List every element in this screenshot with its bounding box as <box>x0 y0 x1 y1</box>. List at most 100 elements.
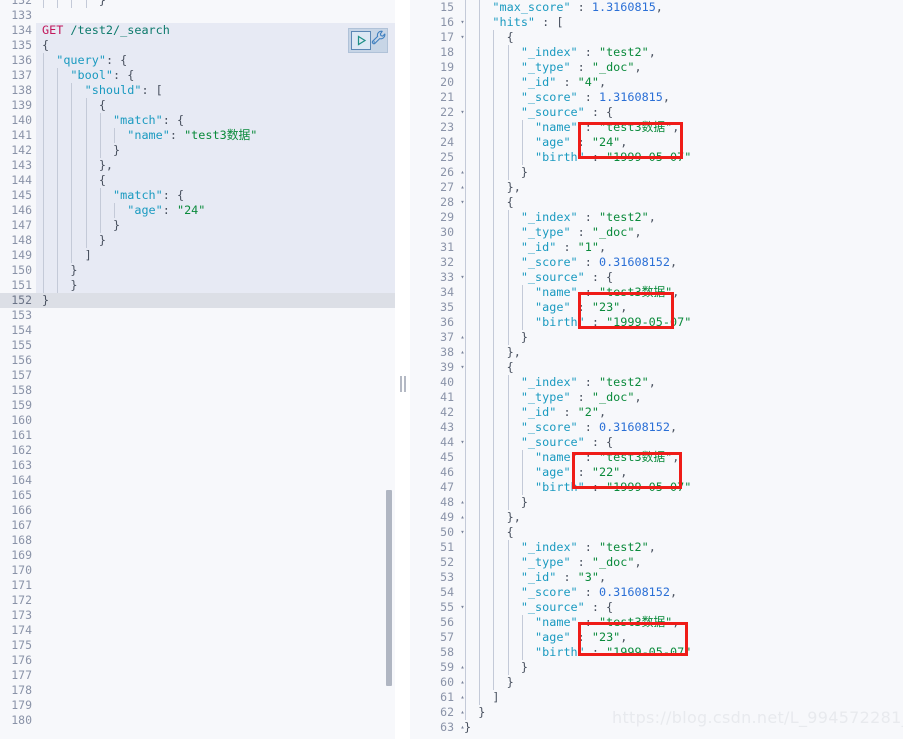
code-line[interactable]: "_id" : "3", <box>458 570 903 585</box>
code-line[interactable] <box>36 383 395 398</box>
code-line[interactable] <box>36 323 395 338</box>
code-line[interactable] <box>36 518 395 533</box>
code-line[interactable]: "hits" : [ <box>458 15 903 30</box>
code-line[interactable] <box>36 488 395 503</box>
code-line[interactable]: { <box>458 525 903 540</box>
code-line[interactable] <box>36 683 395 698</box>
code-line[interactable]: } <box>458 675 903 690</box>
code-line[interactable]: { <box>36 98 395 113</box>
code-line[interactable]: "should": [ <box>36 83 395 98</box>
code-line[interactable] <box>36 8 395 23</box>
code-line[interactable]: "_id" : "2", <box>458 405 903 420</box>
code-line[interactable]: "_score" : 0.31608152, <box>458 255 903 270</box>
code-line[interactable]: ] <box>36 248 395 263</box>
code-line[interactable]: "_score" : 1.3160815, <box>458 90 903 105</box>
code-line[interactable]: }, <box>458 510 903 525</box>
code-line[interactable]: { <box>36 38 395 53</box>
code-line[interactable] <box>36 308 395 323</box>
code-line[interactable]: "_source" : { <box>458 435 903 450</box>
code-line[interactable]: "age" : "24", <box>458 135 903 150</box>
code-line[interactable]: "name" : "test3数据", <box>458 120 903 135</box>
code-line[interactable]: "name" : "test3数据", <box>458 615 903 630</box>
code-line[interactable]: "_source" : { <box>458 600 903 615</box>
code-line[interactable]: "age" : "23", <box>458 630 903 645</box>
code-line[interactable]: }, <box>458 180 903 195</box>
code-line[interactable]: } <box>36 218 395 233</box>
code-line[interactable] <box>36 398 395 413</box>
code-line[interactable]: "birth" : "1999-05-07" <box>458 645 903 660</box>
code-line[interactable]: } <box>36 0 395 8</box>
code-line[interactable]: "name" : "test3数据", <box>458 450 903 465</box>
code-line[interactable] <box>36 443 395 458</box>
code-line[interactable] <box>36 713 395 728</box>
code-line[interactable]: "_type" : "_doc", <box>458 390 903 405</box>
code-line[interactable]: } <box>36 293 395 308</box>
code-line[interactable] <box>36 698 395 713</box>
request-scrollbar-thumb[interactable] <box>386 490 392 686</box>
code-line[interactable]: { <box>458 360 903 375</box>
code-line[interactable]: ] <box>458 690 903 705</box>
code-line[interactable]: "birth" : "1999-05-07" <box>458 480 903 495</box>
code-line[interactable] <box>36 668 395 683</box>
code-line[interactable]: GET /test2/_search <box>36 23 395 38</box>
code-line[interactable]: "_source" : { <box>458 270 903 285</box>
request-code-area[interactable]: } GET /test2/_search{ "query": { "bool":… <box>36 0 395 732</box>
code-line[interactable]: } <box>458 165 903 180</box>
code-line[interactable] <box>36 563 395 578</box>
code-line[interactable]: { <box>458 30 903 45</box>
code-line[interactable] <box>36 458 395 473</box>
code-line[interactable]: "age" : "23", <box>458 300 903 315</box>
code-line[interactable]: "_index" : "test2", <box>458 210 903 225</box>
code-line[interactable] <box>36 638 395 653</box>
code-line[interactable]: "birth" : "1999-05-07" <box>458 315 903 330</box>
code-line[interactable]: { <box>458 195 903 210</box>
code-line[interactable]: "name": "test3数据" <box>36 128 395 143</box>
code-line[interactable]: } <box>36 143 395 158</box>
code-line[interactable] <box>36 533 395 548</box>
code-line[interactable]: "_index" : "test2", <box>458 540 903 555</box>
code-line[interactable]: "_score" : 0.31608152, <box>458 585 903 600</box>
code-line[interactable]: "_type" : "_doc", <box>458 60 903 75</box>
code-line[interactable]: } <box>458 660 903 675</box>
code-line[interactable]: } <box>36 278 395 293</box>
code-line[interactable]: "_id" : "1", <box>458 240 903 255</box>
code-line[interactable] <box>36 368 395 383</box>
play-icon[interactable] <box>351 31 371 50</box>
pane-resize-handle[interactable] <box>396 0 410 739</box>
code-line[interactable]: }, <box>458 345 903 360</box>
response-viewer-pane[interactable]: 15 16 ▾ 17 ▾ 18 19 20 21 22 ▾ 23 24 25 26 ▴ 27 ▴ 28 ▾ 29 30 31… <box>410 0 903 739</box>
code-line[interactable]: } <box>458 330 903 345</box>
code-line[interactable]: } <box>36 263 395 278</box>
response-code-area[interactable]: "max_score" : 1.3160815, "hits" : [ { "_… <box>458 0 903 739</box>
code-line[interactable]: "_type" : "_doc", <box>458 225 903 240</box>
code-line[interactable] <box>36 548 395 563</box>
code-line[interactable] <box>36 593 395 608</box>
code-line[interactable]: "_index" : "test2", <box>458 45 903 60</box>
request-editor-pane[interactable]: 132133134135▾136▾137▾138▾139▾140▾141142▴… <box>0 0 396 739</box>
code-line[interactable]: "_index" : "test2", <box>458 375 903 390</box>
code-line[interactable]: "birth" : "1999-05-07" <box>458 150 903 165</box>
code-line[interactable] <box>36 503 395 518</box>
code-line[interactable] <box>36 338 395 353</box>
code-line[interactable]: }, <box>36 158 395 173</box>
code-line[interactable]: "_source" : { <box>458 105 903 120</box>
code-line[interactable] <box>36 473 395 488</box>
code-line[interactable] <box>36 578 395 593</box>
code-line[interactable] <box>36 623 395 638</box>
code-line[interactable]: "age": "24" <box>36 203 395 218</box>
code-line[interactable]: "match": { <box>36 113 395 128</box>
code-line[interactable]: "bool": { <box>36 68 395 83</box>
code-line[interactable]: "max_score" : 1.3160815, <box>458 0 903 15</box>
code-line[interactable]: } <box>458 495 903 510</box>
code-line[interactable]: "query": { <box>36 53 395 68</box>
code-line[interactable]: } <box>36 233 395 248</box>
code-line[interactable]: "name" : "test3数据", <box>458 285 903 300</box>
code-line[interactable]: "_id" : "4", <box>458 75 903 90</box>
request-scrollbar[interactable] <box>384 0 394 739</box>
code-line[interactable]: "_score" : 0.31608152, <box>458 420 903 435</box>
code-line[interactable]: "age" : "22", <box>458 465 903 480</box>
code-line[interactable] <box>36 428 395 443</box>
code-line[interactable]: { <box>36 173 395 188</box>
code-line[interactable] <box>36 608 395 623</box>
code-line[interactable]: "_type" : "_doc", <box>458 555 903 570</box>
